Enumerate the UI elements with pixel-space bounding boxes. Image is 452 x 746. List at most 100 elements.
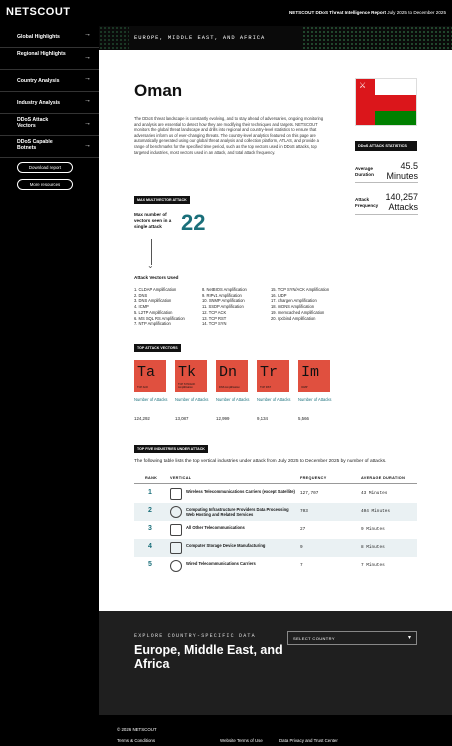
download-report-button[interactable]: Download report <box>17 162 73 173</box>
sidebar-item-industry-analysis[interactable]: Industry Analysis → <box>0 92 99 114</box>
stats-header: DDoS ATTACK STATISTICS <box>355 141 417 151</box>
list-item: 15. TCP SYN/ACK Amplification <box>271 287 330 292</box>
table-row: 1 Wireless Telecommunications Carriers (… <box>134 485 417 503</box>
tile-caption: Number of Attacks <box>134 397 168 402</box>
stat-value: 140,257 Attacks <box>385 192 418 212</box>
netscout-logo[interactable]: NETSCOUT <box>6 6 71 18</box>
sidebar: Global Highlights → Regional Highlights … <box>0 26 99 746</box>
sidebar-item-label: DDoS Attack Vectors <box>17 117 49 130</box>
table-row: 3 All Other Telecommunications 27 9 Minu… <box>134 521 417 539</box>
row-duration: 43 Minutes <box>361 491 388 496</box>
vector-tile[interactable]: Tr TCP RST <box>257 360 289 392</box>
list-item: 7. NTP Amplification <box>134 321 171 327</box>
list-item: 14. TCP SYN <box>202 321 227 327</box>
vector-list-col-1: 1. CLDAP Amplification 2. DNS 3. DNS Amp… <box>134 287 202 327</box>
sidebar-item-ddos-capable-botnets[interactable]: DDoS Capable Botnets → <box>0 136 99 158</box>
section-tag-top-industries: TOP FIVE INDUSTRIES UNDER ATTACK <box>134 445 208 453</box>
stat-label: Average Duration <box>355 166 374 177</box>
column-header-duration: AVERAGE DURATION <box>361 476 406 480</box>
tile-subtitle: ICMP <box>301 386 308 390</box>
footer-link-terms[interactable]: Terms & Conditions <box>117 738 155 743</box>
vector-tile[interactable]: Im ICMP <box>298 360 330 392</box>
tile-symbol: Im <box>301 364 320 381</box>
footer-link-privacy[interactable]: Data Privacy and Trust Center <box>279 738 338 743</box>
arrow-right-icon: → <box>84 120 91 127</box>
row-rank: 4 <box>148 543 152 550</box>
stat-label: Attack Frequency <box>355 197 379 208</box>
row-frequency: 127,707 <box>300 491 319 496</box>
row-duration: 404 Minutes <box>361 509 390 514</box>
row-duration: 9 Minutes <box>361 527 385 532</box>
vector-tile[interactable]: Dn DNS Amplification <box>216 360 248 392</box>
tile-caption: Number of Attacks <box>257 397 291 402</box>
tile-caption: Number of Attacks <box>175 397 209 402</box>
tile-symbol: Ta <box>137 364 156 381</box>
phone-icon <box>170 488 182 500</box>
arrow-right-icon: → <box>84 97 91 104</box>
more-resources-button[interactable]: More resources <box>17 179 73 190</box>
vector-tile[interactable]: Ta TCP ACK <box>134 360 166 392</box>
divider <box>134 483 417 484</box>
select-placeholder: SELECT COUNTRY <box>293 636 335 641</box>
region-banner-text: EUROPE, MIDDLE EAST, AND AFRICA <box>134 35 266 41</box>
sidebar-item-label: DDoS Capable Botnets <box>17 139 53 152</box>
sidebar-item-ddos-attack-vectors[interactable]: DDoS Attack Vectors → <box>0 114 99 136</box>
row-frequency: 7 <box>300 563 303 568</box>
vector-list-col-3: 15. TCP SYN/ACK Amplification 16. UDP 17… <box>271 287 331 321</box>
table-row: 4 Computer Storage Device Manufacturing … <box>134 539 417 557</box>
emblem-icon: ⚔ <box>359 81 367 90</box>
tile-subtitle: TCP RST <box>260 386 272 390</box>
row-vertical: Wired Telecommunications Carriers <box>186 561 256 566</box>
row-vertical: Computer Storage Device Manufacturing <box>186 543 266 548</box>
row-rank: 3 <box>148 525 152 532</box>
flag-red-band <box>375 95 416 111</box>
arrow-right-icon: → <box>84 31 91 38</box>
sidebar-item-country-analysis[interactable]: Country Analysis → <box>0 70 99 92</box>
copyright: © 2026 NETSCOUT <box>117 727 157 732</box>
cloud-icon <box>170 506 182 518</box>
max-vectors-label: Max number of vectors seen in a single a… <box>134 212 172 229</box>
intro-text: The DDoS threat landscape is constantly … <box>134 116 324 155</box>
sidebar-item-label: Global Highlights <box>17 34 60 40</box>
signal-icon <box>170 560 182 572</box>
tile-symbol: Tk <box>178 364 197 381</box>
table-intro: The following table lists the top vertic… <box>134 459 387 464</box>
arrow-down-icon: ⌄ <box>147 261 154 270</box>
report-brand: NETSCOUT DDoS Threat Intelligence Report <box>288 10 386 15</box>
list-item: 20. rpcbind Amplification <box>271 315 316 321</box>
row-vertical: Wireless Telecommunications Carriers (ex… <box>186 489 295 494</box>
report-title: NETSCOUT DDoS Threat Intelligence Report… <box>289 10 446 15</box>
page-title: Oman <box>134 81 183 100</box>
vectors-title: Attack Vectors Used <box>134 275 179 280</box>
footer-link-website-terms[interactable]: Website Terms of Use <box>220 738 263 743</box>
tile-symbol: Tr <box>260 364 279 381</box>
region-banner: EUROPE, MIDDLE EAST, AND AFRICA <box>99 26 452 50</box>
sidebar-item-regional-highlights[interactable]: Regional Highlights → <box>0 48 99 70</box>
tile-caption: Number of Attacks <box>216 397 250 402</box>
table-row: 2 Computing Infrastructure Providers Dat… <box>134 503 417 521</box>
tile-symbol: Dn <box>219 364 238 381</box>
sidebar-item-label: Country Analysis <box>17 78 60 84</box>
row-vertical: Computing Infrastructure Providers Data … <box>186 507 289 518</box>
tile-count: 124,292 <box>134 416 150 421</box>
flag-white-band <box>375 79 416 95</box>
sidebar-item-global-highlights[interactable]: Global Highlights → <box>0 26 99 48</box>
vector-tile[interactable]: Tk TCP SYN/ACK Amplification <box>175 360 207 392</box>
tile-subtitle: DNS Amplification <box>219 386 240 390</box>
footer: © 2026 NETSCOUT Terms & Conditions Websi… <box>99 715 452 746</box>
arrow-right-icon: → <box>84 75 91 82</box>
tile-count: 5,566 <box>298 416 309 421</box>
tile-subtitle: TCP SYN/ACK Amplification <box>178 383 196 390</box>
country-select[interactable]: SELECT COUNTRY ▾ <box>287 631 417 645</box>
explore-kicker: EXPLORE COUNTRY-SPECIFIC DATA <box>134 633 256 639</box>
row-frequency: 9 <box>300 545 303 550</box>
row-rank: 5 <box>148 561 152 568</box>
stat-value: 45.5 Minutes <box>386 161 418 181</box>
sidebar-item-label: Industry Analysis <box>17 100 61 106</box>
column-header-vertical: VERTICAL <box>170 476 192 480</box>
caret-down-icon: ▾ <box>407 635 411 641</box>
section-tag-top-vectors: TOP ATTACK VECTORS <box>134 344 181 352</box>
row-rank: 1 <box>148 489 152 496</box>
stat-average-duration: Average Duration 45.5 Minutes <box>355 159 418 183</box>
max-vectors-value: 22 <box>181 210 206 235</box>
